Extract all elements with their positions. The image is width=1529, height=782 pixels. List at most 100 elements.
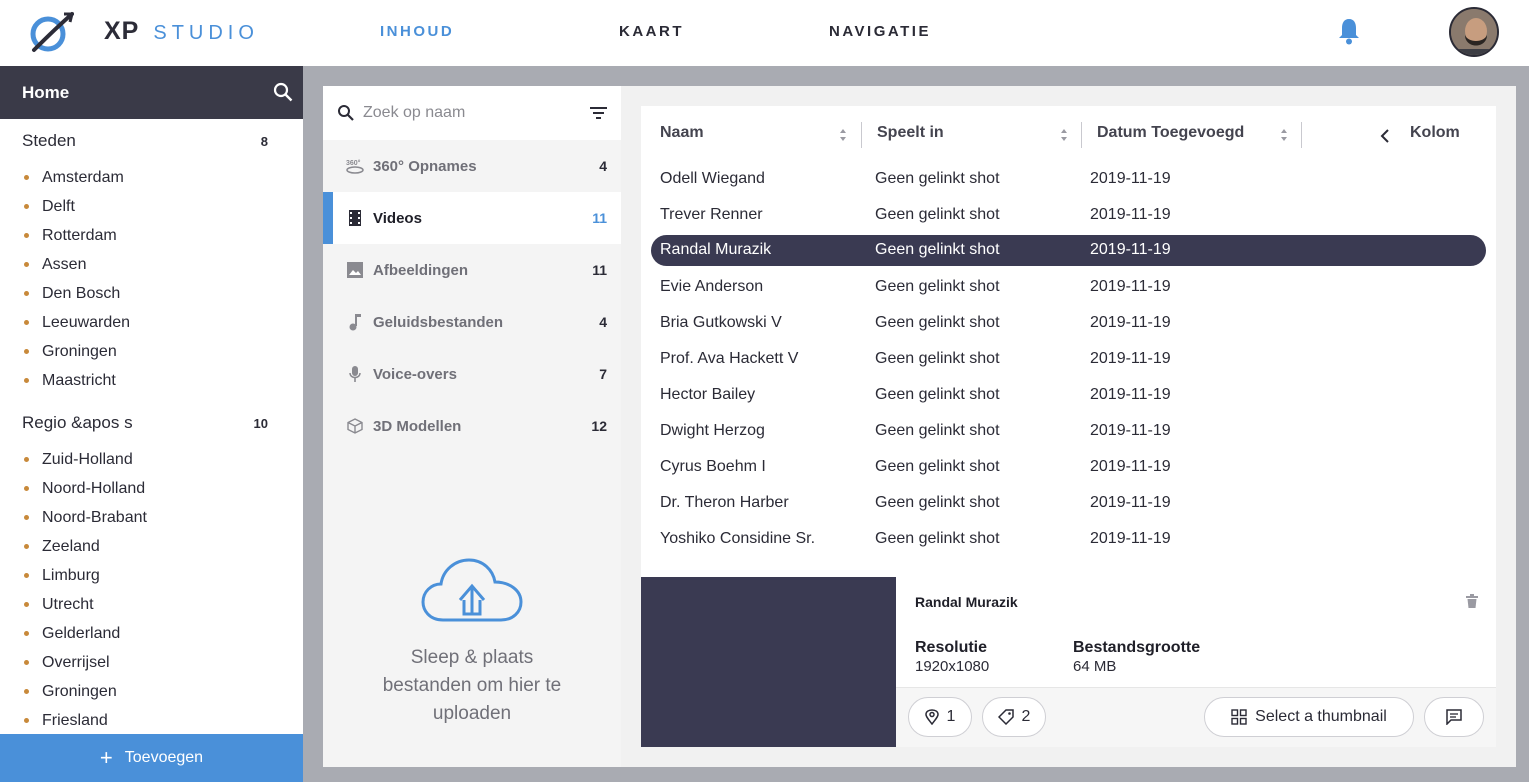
cell-naam: Cyrus Boehm I [660, 458, 766, 475]
sort-icon[interactable] [1060, 128, 1068, 142]
sidebar-item-zuid-holland[interactable]: Zuid-Holland [0, 445, 303, 474]
cell-speelt-in: Geen gelinkt shot [875, 314, 1000, 331]
nav-kaart[interactable]: KAART [619, 23, 684, 40]
table-row[interactable]: Prof. Ava Hackett V Geen gelinkt shot 2019… [651, 344, 1486, 375]
bullet-icon [24, 573, 29, 578]
category-3d-modellen[interactable]: 3D Modellen 12 [323, 400, 621, 452]
bell-icon[interactable] [1337, 17, 1361, 45]
table-row[interactable]: Odell Wiegand Geen gelinkt shot 2019-11-19 [651, 164, 1486, 195]
cell-naam: Dwight Herzog [660, 422, 765, 439]
sidebar-item-delft[interactable]: Delft [0, 192, 303, 221]
media-search[interactable]: Zoek op naam [323, 86, 621, 140]
upload-text: Sleep & plaats bestanden om hier te uplo… [382, 647, 562, 724]
nav-navigatie[interactable]: NAVIGATIE [829, 23, 931, 40]
sidebar-item-den-bosch[interactable]: Den Bosch [0, 279, 303, 308]
comments-button[interactable] [1424, 697, 1484, 737]
sort-icon[interactable] [839, 128, 847, 142]
table-row[interactable]: Trever Renner Geen gelinkt shot 2019-11-19 [651, 200, 1486, 231]
sidebar-item-label: Leeuwarden [42, 313, 131, 331]
search-input[interactable]: Zoek op naam [363, 104, 465, 122]
sidebar-item-label: Friesland [42, 711, 108, 729]
sidebar-item-groningen[interactable]: Groningen [0, 337, 303, 366]
sidebar-item-label: Den Bosch [42, 284, 121, 302]
category-360[interactable]: 360° 360° Opnames 4 [323, 140, 621, 192]
microphone-icon [345, 365, 365, 383]
cell-datum: 2019-11-19 [1090, 170, 1171, 187]
column-header-datum[interactable]: Datum Toegevoegd [1097, 124, 1244, 142]
tag-icon [997, 709, 1014, 725]
table-row[interactable]: Hector Bailey Geen gelinkt shot 2019-11-19 [651, 380, 1486, 411]
sidebar-item-zeeland[interactable]: Zeeland [0, 532, 303, 561]
upload-dropzone[interactable]: Sleep & plaats bestanden om hier te uplo… [323, 556, 621, 728]
chevron-left-icon[interactable] [1380, 129, 1390, 143]
cell-datum: 2019-11-19 [1090, 241, 1171, 258]
cell-datum: 2019-11-19 [1090, 314, 1171, 331]
category-videos[interactable]: Videos 11 [323, 192, 621, 244]
category-count: 12 [591, 418, 607, 434]
cell-speelt-in: Geen gelinkt shot [875, 386, 1000, 403]
sidebar-item-friesland[interactable]: Friesland [0, 706, 303, 735]
sort-icon[interactable] [1280, 128, 1288, 142]
trash-icon[interactable] [1466, 594, 1478, 608]
bullet-icon [24, 486, 29, 491]
search-icon[interactable] [273, 82, 293, 102]
video-thumbnail[interactable] [641, 577, 896, 747]
sidebar-item-overrijsel[interactable]: Overrijsel [0, 648, 303, 677]
category-count: 7 [599, 366, 607, 382]
tags-button[interactable]: 2 [982, 697, 1046, 737]
cell-speelt-in: Geen gelinkt shot [875, 458, 1000, 475]
sidebar-title[interactable]: Home [22, 83, 69, 103]
nav-inhoud[interactable]: INHOUD [380, 23, 454, 40]
column-toggle[interactable]: Kolom [1410, 124, 1460, 142]
sidebar-item-noord-brabant[interactable]: Noord-Brabant [0, 503, 303, 532]
sidebar-item-assen[interactable]: Assen [0, 250, 303, 279]
group-count: 8 [260, 133, 268, 149]
category-afbeeldingen[interactable]: Afbeeldingen 11 [323, 244, 621, 296]
group-regios[interactable]: Regio &apos s 10 [0, 401, 303, 445]
sidebar-item-label: Assen [42, 255, 87, 273]
plus-icon: + [99, 745, 113, 770]
table-row[interactable]: Bria Gutkowski V Geen gelinkt shot 2019-11… [651, 308, 1486, 339]
add-button[interactable]: + Toevoegen [0, 734, 303, 782]
cell-datum: 2019-11-19 [1090, 422, 1171, 439]
cell-speelt-in: Geen gelinkt shot [875, 530, 1000, 547]
sidebar-item-amsterdam[interactable]: Amsterdam [0, 163, 303, 192]
cell-naam: Randal Murazik [660, 241, 772, 258]
group-steden[interactable]: Steden 8 [0, 119, 303, 163]
table-row[interactable]: Cyrus Boehm I Geen gelinkt shot 2019-11-19 [651, 452, 1486, 483]
table-row[interactable]: Dwight Herzog Geen gelinkt shot 2019-11-19 [651, 416, 1486, 447]
category-count: 11 [592, 210, 607, 226]
sidebar-item-noord-holland[interactable]: Noord-Holland [0, 474, 303, 503]
search-icon [338, 105, 354, 121]
sidebar-item-maastricht[interactable]: Maastricht [0, 366, 303, 395]
table-row[interactable]: Evie Anderson Geen gelinkt shot 2019-11-19 [651, 272, 1486, 303]
locations-button[interactable]: 1 [908, 697, 972, 737]
column-header-speelt-in[interactable]: Speelt in [877, 124, 944, 142]
column-header-naam[interactable]: Naam [660, 124, 704, 142]
image-icon [345, 261, 365, 279]
bullet-icon [24, 660, 29, 665]
cell-datum: 2019-11-19 [1090, 206, 1171, 223]
group-label: Steden [22, 131, 76, 150]
category-voice-overs[interactable]: Voice-overs 7 [323, 348, 621, 400]
table-row[interactable]: Dr. Theron Harber Geen gelinkt shot 2019-1… [651, 488, 1486, 519]
bullet-icon [24, 602, 29, 607]
sidebar-item-groningen-regio[interactable]: Groningen [0, 677, 303, 706]
sidebar-item-limburg[interactable]: Limburg [0, 561, 303, 590]
table-row[interactable]: Yoshiko Considine Sr. Geen gelinkt shot 20… [651, 524, 1486, 555]
sidebar-item-utrecht[interactable]: Utrecht [0, 590, 303, 619]
tags-count: 2 [1021, 708, 1031, 725]
resolution-value: 1920x1080 [915, 658, 990, 675]
bullet-icon [24, 544, 29, 549]
select-thumbnail-button[interactable]: Select a thumbnail [1204, 697, 1414, 737]
sidebar-item-rotterdam[interactable]: Rotterdam [0, 221, 303, 250]
cell-datum: 2019-11-19 [1090, 350, 1171, 367]
category-geluid[interactable]: Geluidsbestanden 4 [323, 296, 621, 348]
filesize-label: Bestandsgrootte [1073, 639, 1201, 656]
category-label: Voice-overs [373, 365, 457, 383]
filter-icon[interactable] [590, 106, 607, 120]
sidebar-item-leeuwarden[interactable]: Leeuwarden [0, 308, 303, 337]
sidebar-item-gelderland[interactable]: Gelderland [0, 619, 303, 648]
avatar[interactable] [1449, 7, 1499, 57]
table-row-selected[interactable]: Randal Murazik Geen gelinkt shot 2019-11-1… [651, 235, 1486, 266]
